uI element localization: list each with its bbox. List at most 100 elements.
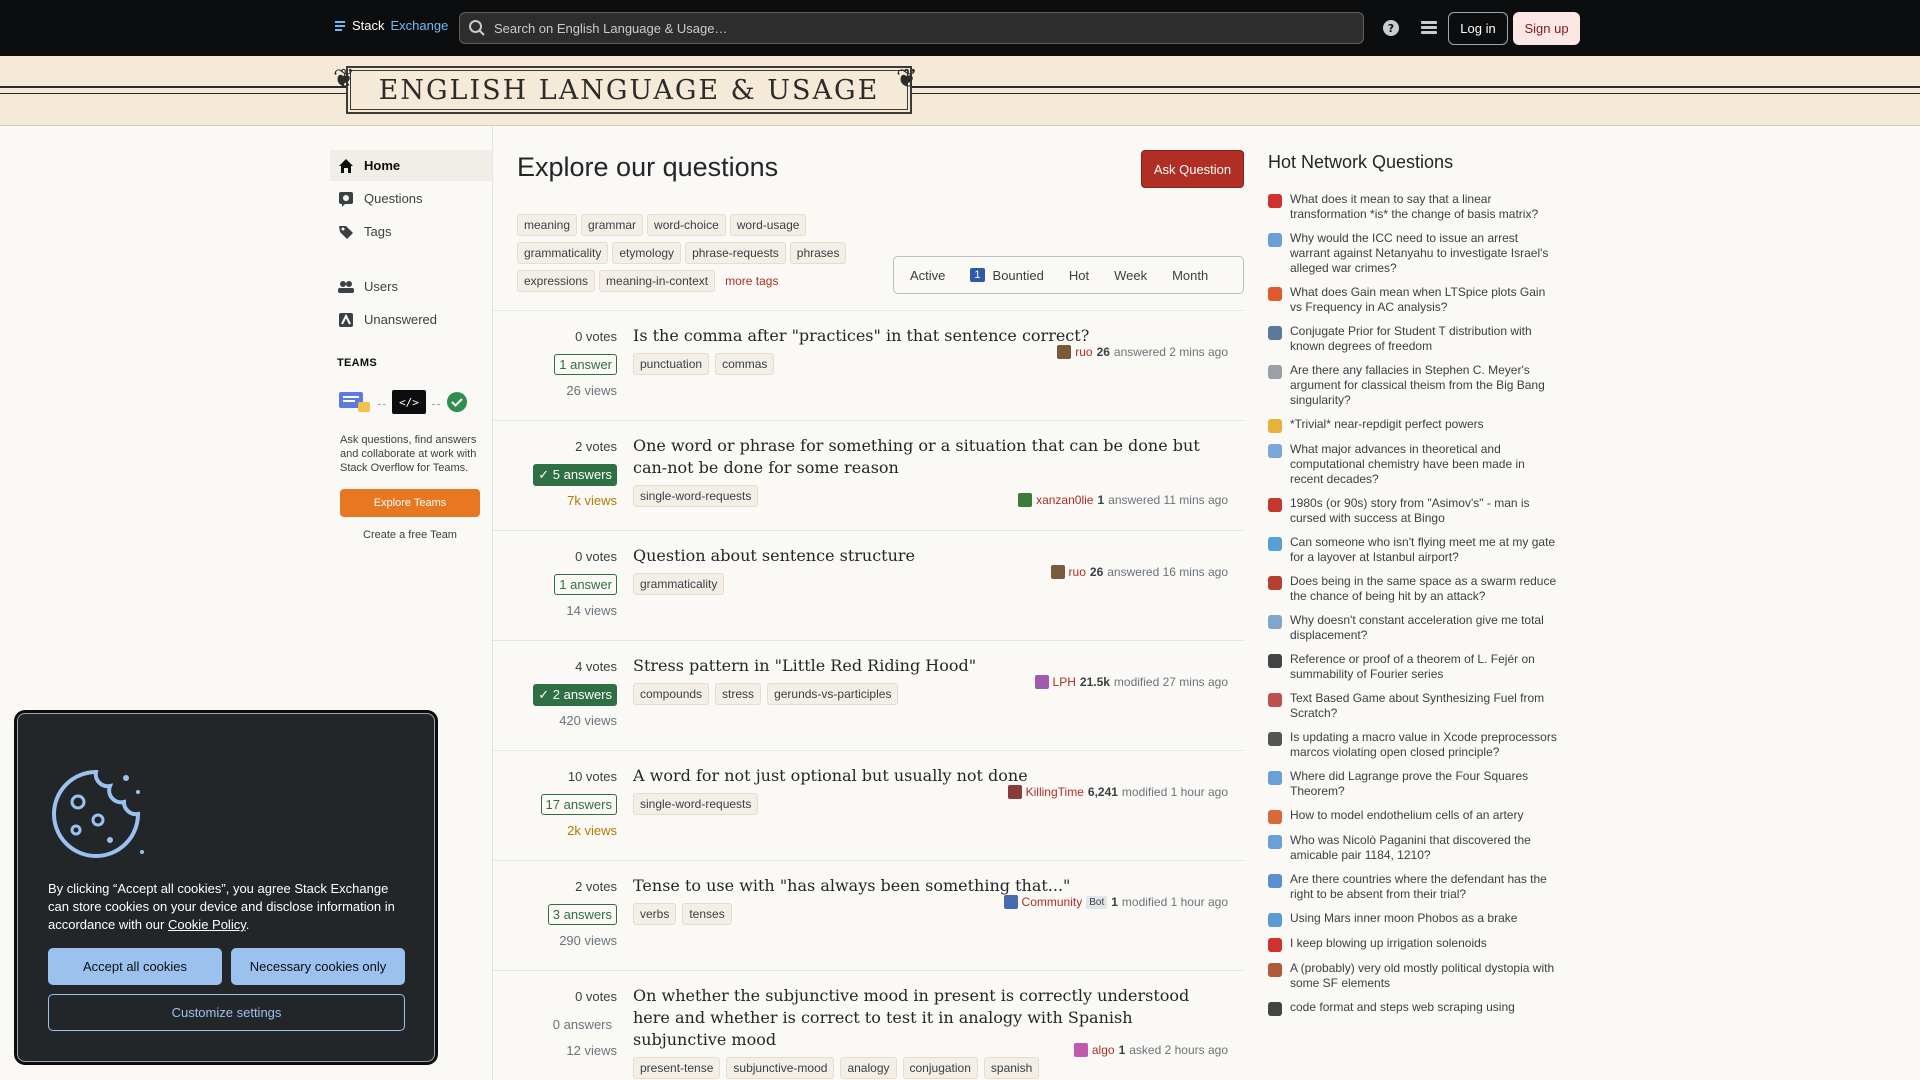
tag[interactable]: expressions <box>517 270 596 292</box>
tab-bountied[interactable]: 1 Bountied <box>958 257 1056 293</box>
hot-question-item[interactable]: Are there countries where the defendant … <box>1268 872 1568 902</box>
hot-question-link[interactable]: Conjugate Prior for Student T distributi… <box>1290 324 1560 354</box>
user-name-link[interactable]: algo <box>1092 1043 1115 1057</box>
create-team-link[interactable]: Create a free Team <box>340 529 480 541</box>
hot-question-item[interactable]: Why would the ICC need to issue an arres… <box>1268 231 1568 276</box>
question-title-link[interactable]: A word for not just optional but usually… <box>633 765 1223 787</box>
hot-question-item[interactable]: Using Mars inner moon Phobos as a brake <box>1268 911 1568 927</box>
nav-questions[interactable]: Questions <box>330 183 492 214</box>
user-name-link[interactable]: KillingTime <box>1026 785 1084 799</box>
user-name-link[interactable]: ruo <box>1069 565 1086 579</box>
hot-question-link[interactable]: code format and steps web scraping using <box>1290 1000 1560 1016</box>
user-name-link[interactable]: ruo <box>1075 345 1092 359</box>
hot-question-link[interactable]: Who was Nicolò Paganini that discovered … <box>1290 833 1560 863</box>
nav-home[interactable]: Home <box>330 150 492 181</box>
tag[interactable]: word-usage <box>729 214 807 236</box>
question-title-link[interactable]: One word or phrase for something or a si… <box>633 435 1223 479</box>
nav-unanswered[interactable]: Unanswered <box>330 304 492 335</box>
activity-time[interactable]: modified 27 mins ago <box>1114 675 1228 689</box>
question-tag[interactable]: punctuation <box>633 353 710 375</box>
question-tag[interactable]: single-word-requests <box>633 485 759 507</box>
hot-question-link[interactable]: What does Gain mean when LTSpice plots G… <box>1290 285 1560 315</box>
explore-teams-button[interactable]: Explore Teams <box>340 489 480 517</box>
question-tag[interactable]: gerunds-vs-participles <box>767 683 899 705</box>
hot-question-item[interactable]: What does it mean to say that a linear t… <box>1268 192 1568 222</box>
site-switcher-icon[interactable] <box>1418 17 1440 39</box>
hot-question-item[interactable]: *Trivial* near-repdigit perfect powers <box>1268 417 1568 433</box>
question-title-link[interactable]: On whether the subjunctive mood in prese… <box>633 985 1223 1051</box>
hot-question-link[interactable]: A (probably) very old mostly political d… <box>1290 961 1560 991</box>
hot-question-item[interactable]: Who was Nicolò Paganini that discovered … <box>1268 833 1568 863</box>
hot-question-item[interactable]: Why doesn't constant acceleration give m… <box>1268 613 1568 643</box>
hot-question-item[interactable]: A (probably) very old mostly political d… <box>1268 961 1568 991</box>
hot-question-link[interactable]: Using Mars inner moon Phobos as a brake <box>1290 911 1560 927</box>
hot-question-link[interactable]: Is updating a macro value in Xcode prepr… <box>1290 730 1560 760</box>
more-tags-link[interactable]: more tags <box>725 274 778 288</box>
hot-question-link[interactable]: Why would the ICC need to issue an arres… <box>1290 231 1560 276</box>
question-tag[interactable]: grammaticality <box>633 573 725 595</box>
hot-question-item[interactable]: I keep blowing up irrigation solenoids <box>1268 936 1568 952</box>
avatar[interactable] <box>1034 675 1049 689</box>
hot-question-link[interactable]: What does it mean to say that a linear t… <box>1290 192 1560 222</box>
activity-time[interactable]: modified 1 hour ago <box>1122 785 1228 799</box>
hot-question-item[interactable]: How to model endothelium cells of an art… <box>1268 808 1568 824</box>
hot-question-item[interactable]: Text Based Game about Synthesizing Fuel … <box>1268 691 1568 721</box>
hot-question-item[interactable]: 1980s (or 90s) story from "Asimov's" - m… <box>1268 496 1568 526</box>
question-tag[interactable]: analogy <box>840 1057 897 1079</box>
avatar[interactable] <box>1073 1043 1088 1057</box>
question-tag[interactable]: verbs <box>633 903 677 925</box>
hot-question-link[interactable]: I keep blowing up irrigation solenoids <box>1290 936 1560 952</box>
question-tag[interactable]: tenses <box>682 903 732 925</box>
avatar[interactable] <box>1018 493 1033 507</box>
nav-tags[interactable]: Tags <box>330 216 492 247</box>
hot-question-item[interactable]: code format and steps web scraping using <box>1268 1000 1568 1016</box>
hot-question-link[interactable]: Does being in the same space as a swarm … <box>1290 574 1560 604</box>
cookie-policy-link[interactable]: Cookie Policy <box>168 917 246 932</box>
hot-question-item[interactable]: What does Gain mean when LTSpice plots G… <box>1268 285 1568 315</box>
question-tag[interactable]: compounds <box>633 683 710 705</box>
activity-time[interactable]: answered 11 mins ago <box>1108 493 1228 507</box>
hot-question-item[interactable]: Conjugate Prior for Student T distributi… <box>1268 324 1568 354</box>
activity-time[interactable]: asked 2 hours ago <box>1129 1043 1228 1057</box>
avatar[interactable] <box>1050 565 1065 579</box>
question-title-link[interactable]: Stress pattern in "Little Red Riding Hoo… <box>633 655 1223 677</box>
question-title-link[interactable]: Tense to use with "has always been somet… <box>633 875 1223 897</box>
tab-hot[interactable]: Hot <box>1057 257 1102 293</box>
user-name-link[interactable]: LPH <box>1053 675 1076 689</box>
avatar[interactable] <box>1003 895 1018 909</box>
tag[interactable]: word-choice <box>647 214 726 236</box>
question-tag[interactable]: subjunctive-mood <box>726 1057 835 1079</box>
nav-users[interactable]: Users <box>330 271 492 302</box>
hot-question-link[interactable]: *Trivial* near-repdigit perfect powers <box>1290 417 1560 433</box>
customize-settings-button[interactable]: Customize settings <box>48 994 405 1031</box>
hot-question-link[interactable]: Why doesn't constant acceleration give m… <box>1290 613 1560 643</box>
tag[interactable]: meaning <box>517 214 578 236</box>
tag[interactable]: phrases <box>789 242 847 264</box>
search-box[interactable] <box>459 12 1364 44</box>
avatar[interactable] <box>1007 785 1022 799</box>
question-tag[interactable]: conjugation <box>902 1057 978 1079</box>
hot-question-item[interactable]: Can someone who isn't flying meet me at … <box>1268 535 1568 565</box>
tab-week[interactable]: Week <box>1102 257 1160 293</box>
tag[interactable]: meaning-in-context <box>599 270 716 292</box>
question-title-link[interactable]: Is the comma after "practices" in that s… <box>633 325 1223 347</box>
tag[interactable]: grammar <box>581 214 644 236</box>
user-name-link[interactable]: Community <box>1022 895 1083 909</box>
hot-question-link[interactable]: Reference or proof of a theorem of L. Fe… <box>1290 652 1560 682</box>
stackexchange-logo[interactable]: Stack Exchange <box>334 18 448 33</box>
hot-question-item[interactable]: Is updating a macro value in Xcode prepr… <box>1268 730 1568 760</box>
hot-question-link[interactable]: Can someone who isn't flying meet me at … <box>1290 535 1560 565</box>
hot-question-link[interactable]: What major advances in theoretical and c… <box>1290 442 1560 487</box>
tab-active[interactable]: Active <box>894 257 958 293</box>
tag[interactable]: grammaticality <box>517 242 609 264</box>
signup-button[interactable]: Sign up <box>1513 12 1580 45</box>
question-tag[interactable]: present-tense <box>633 1057 721 1079</box>
hot-question-item[interactable]: What major advances in theoretical and c… <box>1268 442 1568 487</box>
hot-question-link[interactable]: How to model endothelium cells of an art… <box>1290 808 1560 824</box>
question-tag[interactable]: stress <box>715 683 762 705</box>
hot-question-link[interactable]: Are there any fallacies in Stephen C. Me… <box>1290 363 1560 408</box>
hot-question-item[interactable]: Where did Lagrange prove the Four Square… <box>1268 769 1568 799</box>
question-tag[interactable]: commas <box>715 353 775 375</box>
necessary-cookies-button[interactable]: Necessary cookies only <box>231 948 405 985</box>
hot-question-link[interactable]: Text Based Game about Synthesizing Fuel … <box>1290 691 1560 721</box>
